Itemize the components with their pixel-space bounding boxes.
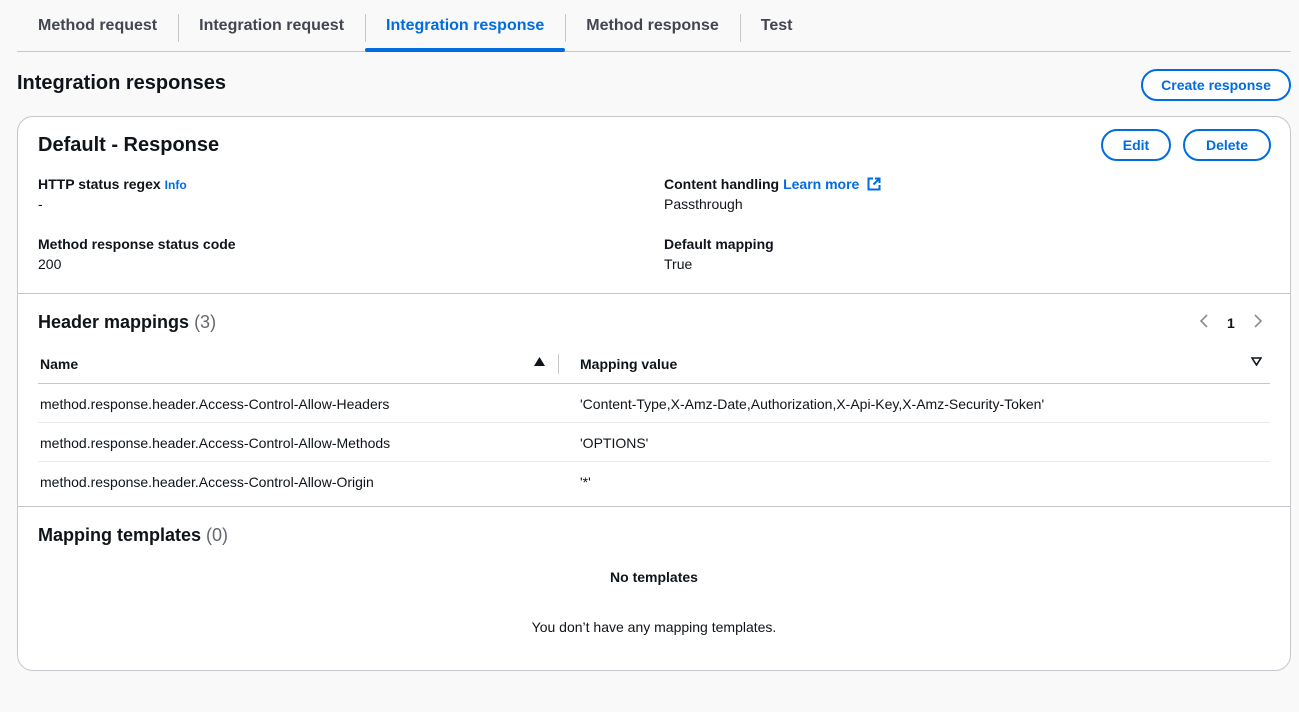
column-header-mapping-value[interactable]: Mapping value — [580, 356, 677, 372]
content-handling-value: Passthrough — [664, 196, 743, 212]
table-row: method.response.header.Access-Control-Al… — [38, 384, 1270, 423]
tab-method-response[interactable]: Method response — [565, 0, 739, 51]
mapping-value-cell: 'Content-Type,X-Amz-Date,Authorization,X… — [580, 396, 1045, 412]
header-name-cell: method.response.header.Access-Control-Al… — [40, 396, 390, 412]
table-row: method.response.header.Access-Control-Al… — [38, 462, 1270, 501]
default-mapping-value: True — [664, 256, 693, 272]
edit-button[interactable]: Edit — [1101, 129, 1171, 161]
external-link-icon — [867, 177, 881, 191]
empty-state-text: You don’t have any mapping templates. — [531, 619, 777, 635]
column-header-name[interactable]: Name — [40, 356, 78, 372]
tab-method-request[interactable]: Method request — [17, 0, 178, 51]
method-response-status-value: 200 — [38, 256, 62, 272]
table-row: method.response.header.Access-Control-Al… — [38, 423, 1270, 462]
tab-test[interactable]: Test — [739, 0, 814, 51]
content-handling-label: Content handling Learn more — [664, 176, 881, 192]
mapping-value-cell: 'OPTIONS' — [580, 435, 649, 451]
chevron-left-icon[interactable] — [1199, 312, 1209, 333]
content-handling-label-text: Content handling — [664, 176, 780, 192]
learn-more-link[interactable]: Learn more — [783, 176, 881, 192]
table-header: Name Mapping value — [38, 342, 1270, 384]
http-status-regex-label: HTTP status regex Info — [38, 176, 187, 192]
tab-integration-request[interactable]: Integration request — [178, 0, 365, 51]
sort-ascending-icon[interactable] — [534, 357, 545, 369]
sort-descending-icon[interactable] — [1250, 357, 1263, 369]
http-status-regex-label-text: HTTP status regex — [38, 176, 161, 192]
tab-bar: Method request Integration request Integ… — [17, 0, 1291, 52]
method-response-status-label: Method response status code — [38, 236, 236, 252]
delete-button[interactable]: Delete — [1183, 129, 1271, 161]
tab-label: Integration request — [199, 16, 345, 34]
empty-state-title: No templates — [610, 569, 698, 585]
column-divider[interactable] — [558, 354, 559, 374]
page-number[interactable]: 1 — [1227, 315, 1235, 331]
header-mappings-count: (3) — [194, 312, 217, 332]
section-divider — [18, 293, 1290, 294]
header-name-cell: method.response.header.Access-Control-Al… — [40, 474, 374, 490]
tab-label: Method response — [586, 16, 719, 34]
mapping-templates-count: (0) — [206, 525, 229, 545]
header-mappings-title: Header mappings (3) — [38, 312, 216, 333]
mapping-templates-title: Mapping templates (0) — [38, 525, 228, 546]
section-divider — [18, 506, 1290, 507]
create-response-button[interactable]: Create response — [1141, 69, 1291, 101]
header-mappings-table: Name Mapping value method.response.heade… — [38, 342, 1270, 501]
card-title: Default - Response — [38, 134, 220, 156]
response-card: Default - Response Edit Delete HTTP stat… — [17, 116, 1291, 671]
page-title: Integration responses — [17, 72, 226, 94]
tab-label: Method request — [38, 16, 158, 34]
http-status-regex-value: - — [38, 196, 43, 212]
default-mapping-label: Default mapping — [664, 236, 774, 252]
tab-integration-response[interactable]: Integration response — [365, 0, 566, 52]
header-name-cell: method.response.header.Access-Control-Al… — [40, 435, 391, 451]
tab-label: Integration response — [386, 16, 545, 34]
pagination: 1 — [1199, 312, 1263, 333]
tab-label: Test — [760, 16, 793, 34]
header-mappings-title-text: Header mappings — [38, 312, 190, 332]
learn-more-text: Learn more — [783, 176, 860, 192]
mapping-value-cell: '*' — [580, 474, 591, 490]
info-link[interactable]: Info — [165, 178, 187, 192]
mapping-templates-title-text: Mapping templates — [38, 525, 202, 545]
chevron-right-icon[interactable] — [1253, 312, 1263, 333]
